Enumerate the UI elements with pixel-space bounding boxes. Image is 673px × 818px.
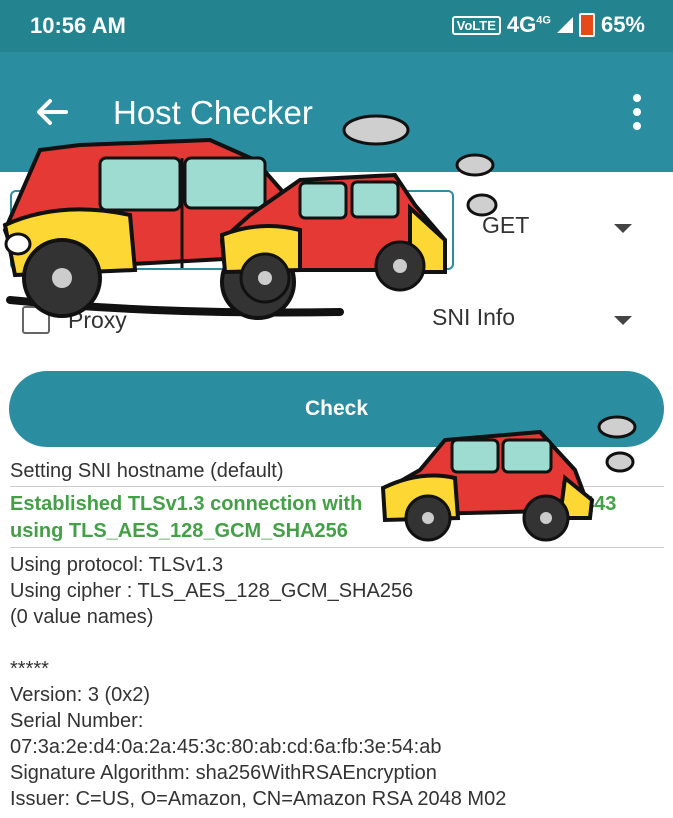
method-value: GET: [482, 212, 530, 238]
log-line: Using cipher : TLS_AES_128_GCM_SHA256: [10, 580, 414, 602]
back-arrow-icon[interactable]: [32, 92, 72, 132]
check-button[interactable]: Check: [9, 371, 664, 447]
log-line: Using protocol: TLSv1.3: [10, 554, 224, 576]
url-input[interactable]: URL (: [10, 190, 454, 270]
proxy-label: Proxy: [68, 306, 127, 333]
log-line: 07:3a:2e:d4:0a:2a:45:3c:80:ab:cd:6a:fb:3…: [10, 736, 442, 758]
log-line: (0 value names): [10, 606, 154, 628]
volte-icon: VoLTE: [451, 15, 501, 35]
dropdown-arrow-icon: [614, 224, 632, 233]
battery-percent: 65%: [600, 12, 645, 37]
log-success-text: Established TLSv1.3 connection with: [10, 493, 363, 515]
network-small-label: 4G: [536, 14, 551, 27]
sni-value: SNI Info: [432, 304, 516, 330]
status-icons: VoLTE 4G4G 65%: [451, 12, 645, 38]
url-field-label: URL (: [34, 200, 88, 218]
method-dropdown[interactable]: GET: [482, 212, 632, 246]
log-line: Serial Number:: [10, 710, 144, 732]
log-line: Signature Algorithm: sha256WithRSAEncryp…: [10, 762, 437, 784]
log-success-line: using TLS_AES_128_GCM_SHA256: [10, 520, 348, 542]
status-bar: 10:56 AM VoLTE 4G4G 65%: [0, 0, 673, 52]
app-bar: Host Checker: [0, 52, 673, 172]
sni-dropdown[interactable]: SNI Info: [432, 304, 632, 338]
log-line: Setting SNI hostname (default): [10, 460, 284, 482]
status-time: 10:56 AM: [30, 13, 126, 38]
network-label: 4G: [506, 12, 537, 37]
main-content: URL ( GET Proxy SNI Info Check Setting S…: [0, 172, 673, 818]
result-log: Setting SNI hostname (default) Establish…: [10, 458, 664, 812]
log-divider: [10, 547, 664, 548]
signal-icon: [556, 17, 573, 33]
log-spacer: [10, 630, 664, 656]
log-line: Issuer: C=US, O=Amazon, CN=Amazon RSA 20…: [10, 788, 507, 810]
proxy-checkbox-row[interactable]: Proxy: [22, 302, 127, 338]
proxy-checkbox[interactable]: [22, 306, 50, 334]
log-success-port: :443: [576, 493, 617, 515]
log-line: *****: [10, 658, 49, 680]
battery-icon: [578, 13, 595, 37]
log-line: Version: 3 (0x2): [10, 684, 151, 706]
network-type: 4G4G: [507, 12, 551, 38]
log-divider: [10, 486, 664, 487]
log-success-line: Established TLSv1.3 connection with :443: [10, 491, 664, 518]
dropdown-arrow-icon: [614, 316, 632, 325]
more-options-icon[interactable]: [631, 92, 643, 132]
page-title: Host Checker: [113, 94, 313, 131]
